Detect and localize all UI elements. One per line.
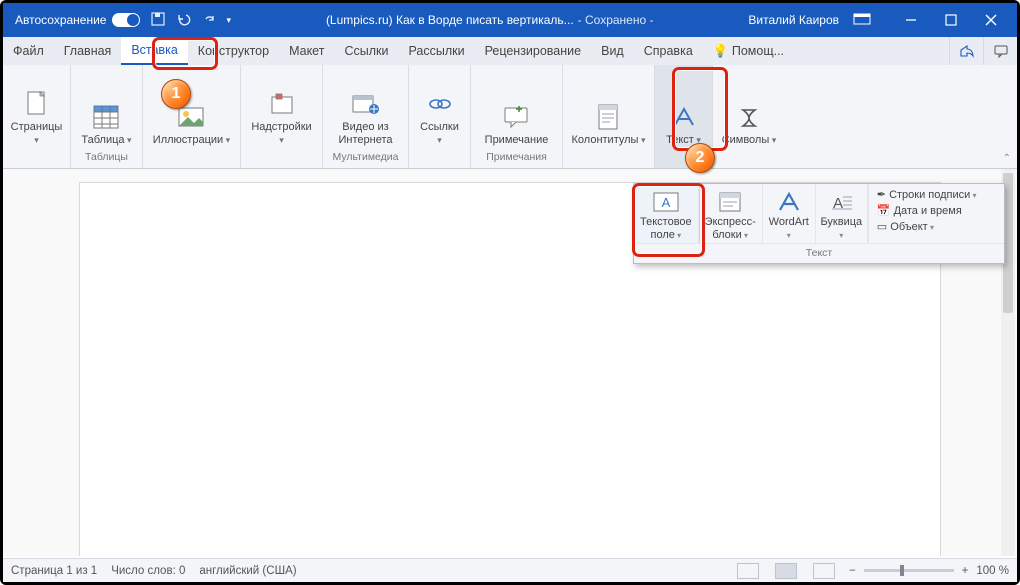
text-label: Текст bbox=[666, 134, 701, 147]
tab-file[interactable]: Файл bbox=[3, 37, 54, 65]
user-name[interactable]: Виталий Каиров bbox=[748, 13, 839, 27]
object-icon: ▭ bbox=[877, 221, 887, 233]
collapse-ribbon-icon[interactable]: ⌃ bbox=[1003, 153, 1011, 164]
header-footer-button[interactable]: Колонтитулы bbox=[566, 98, 652, 149]
tab-review[interactable]: Рецензирование bbox=[475, 37, 592, 65]
zoom-out-button[interactable]: − bbox=[849, 565, 856, 577]
view-print-layout-icon[interactable] bbox=[775, 563, 797, 579]
header-footer-label: Колонтитулы bbox=[572, 134, 646, 147]
undo-icon[interactable] bbox=[176, 11, 192, 30]
datetime-label: Дата и время bbox=[894, 205, 962, 217]
textbox-label: Текстовое поле bbox=[640, 216, 692, 241]
table-button[interactable]: Таблица bbox=[75, 98, 137, 149]
comments-button[interactable] bbox=[983, 37, 1017, 65]
wordart-button[interactable]: WordArt bbox=[763, 184, 816, 243]
signature-icon: ✒ bbox=[877, 189, 886, 201]
search-label: Помощ... bbox=[732, 44, 784, 58]
lightbulb-icon: 💡 bbox=[713, 44, 729, 59]
tab-home[interactable]: Главная bbox=[54, 37, 122, 65]
group-multimedia-label: Мультимедиа bbox=[333, 149, 399, 166]
popup-group-label: Текст bbox=[634, 243, 1004, 263]
toggle-switch-icon[interactable] bbox=[112, 13, 140, 27]
signature-line-button[interactable]: ✒ Строки подписи bbox=[877, 188, 1000, 201]
tab-help[interactable]: Справка bbox=[634, 37, 703, 65]
addins-label: Надстройки bbox=[249, 121, 314, 147]
comment-button[interactable]: Примечание bbox=[479, 98, 555, 149]
tab-design[interactable]: Конструктор bbox=[188, 37, 279, 65]
title-bar: Автосохранение ▾ (Lumpics.ru) Как в Ворд… bbox=[3, 3, 1017, 37]
status-language[interactable]: английский (США) bbox=[199, 565, 296, 577]
ribbon: Страницы Таблица Таблицы Иллюстрации Над… bbox=[3, 65, 1017, 169]
tab-references[interactable]: Ссылки bbox=[334, 37, 398, 65]
wordart-label: WordArt bbox=[769, 216, 809, 241]
view-read-mode-icon[interactable] bbox=[737, 563, 759, 579]
links-label: Ссылки bbox=[417, 121, 462, 147]
saved-indicator: - Сохранено - bbox=[578, 13, 654, 27]
pages-button[interactable]: Страницы bbox=[5, 85, 69, 149]
ribbon-tabs: Файл Главная Вставка Конструктор Макет С… bbox=[3, 37, 1017, 65]
table-label: Таблица bbox=[81, 134, 131, 147]
links-button[interactable]: Ссылки bbox=[411, 85, 468, 149]
minimize-button[interactable] bbox=[891, 3, 931, 37]
object-label: Объект bbox=[890, 221, 934, 233]
symbols-label: Символы bbox=[722, 134, 777, 147]
close-button[interactable] bbox=[971, 3, 1011, 37]
online-video-button[interactable]: Видео из Интернета bbox=[325, 85, 406, 149]
tab-insert[interactable]: Вставка bbox=[121, 37, 187, 65]
zoom-level[interactable]: 100 % bbox=[976, 565, 1009, 577]
zoom-in-button[interactable]: + bbox=[962, 565, 969, 577]
tab-layout[interactable]: Макет bbox=[279, 37, 334, 65]
object-button[interactable]: ▭ Объект bbox=[877, 220, 1000, 233]
autosave-toggle[interactable]: Автосохранение bbox=[15, 13, 140, 27]
illustrations-button[interactable]: Иллюстрации bbox=[147, 98, 236, 149]
share-button[interactable] bbox=[949, 37, 983, 65]
status-bar: Страница 1 из 1 Число слов: 0 английский… bbox=[3, 558, 1017, 582]
symbols-button[interactable]: Символы bbox=[716, 98, 783, 149]
view-web-layout-icon[interactable] bbox=[813, 563, 835, 579]
pages-label: Страницы bbox=[11, 121, 63, 147]
save-icon[interactable] bbox=[150, 11, 166, 30]
redo-icon[interactable] bbox=[202, 12, 216, 29]
text-dropdown-panel: A Текстовое поле Экспресс-блоки WordArt … bbox=[633, 183, 1005, 264]
autosave-label: Автосохранение bbox=[15, 13, 106, 27]
document-name: (Lumpics.ru) Как в Ворде писать вертикал… bbox=[326, 13, 574, 27]
group-tables-label: Таблицы bbox=[85, 149, 128, 166]
svg-text:A: A bbox=[661, 195, 670, 210]
zoom-slider[interactable] bbox=[864, 569, 954, 572]
quick-access-toolbar: ▾ bbox=[150, 11, 231, 30]
dropcap-label: Буквица bbox=[820, 216, 862, 241]
text-button[interactable]: Текст bbox=[660, 98, 708, 149]
illustrations-label: Иллюстрации bbox=[153, 134, 230, 147]
tab-mailings[interactable]: Рассылки bbox=[398, 37, 474, 65]
sigline-label: Строки подписи bbox=[889, 189, 976, 201]
video-label: Видео из Интернета bbox=[331, 121, 400, 147]
document-title: (Lumpics.ru) Как в Ворде писать вертикал… bbox=[231, 13, 748, 27]
status-word-count[interactable]: Число слов: 0 bbox=[111, 565, 185, 577]
date-time-button[interactable]: 📅 Дата и время bbox=[877, 204, 1000, 217]
search-help[interactable]: 💡 Помощ... bbox=[703, 37, 794, 65]
dropcap-button[interactable]: A Буквица bbox=[816, 184, 868, 243]
addins-button[interactable]: Надстройки bbox=[243, 85, 320, 149]
calendar-icon: 📅 bbox=[877, 205, 891, 217]
quickparts-button[interactable]: Экспресс-блоки bbox=[699, 184, 763, 243]
quickparts-label: Экспресс-блоки bbox=[705, 216, 756, 241]
textbox-button[interactable]: A Текстовое поле bbox=[634, 184, 699, 243]
ribbon-display-icon[interactable] bbox=[853, 13, 871, 28]
maximize-button[interactable] bbox=[931, 3, 971, 37]
status-page[interactable]: Страница 1 из 1 bbox=[11, 565, 97, 577]
group-comments-label: Примечания bbox=[486, 149, 547, 166]
tab-view[interactable]: Вид bbox=[591, 37, 634, 65]
comment-label: Примечание bbox=[485, 134, 549, 147]
